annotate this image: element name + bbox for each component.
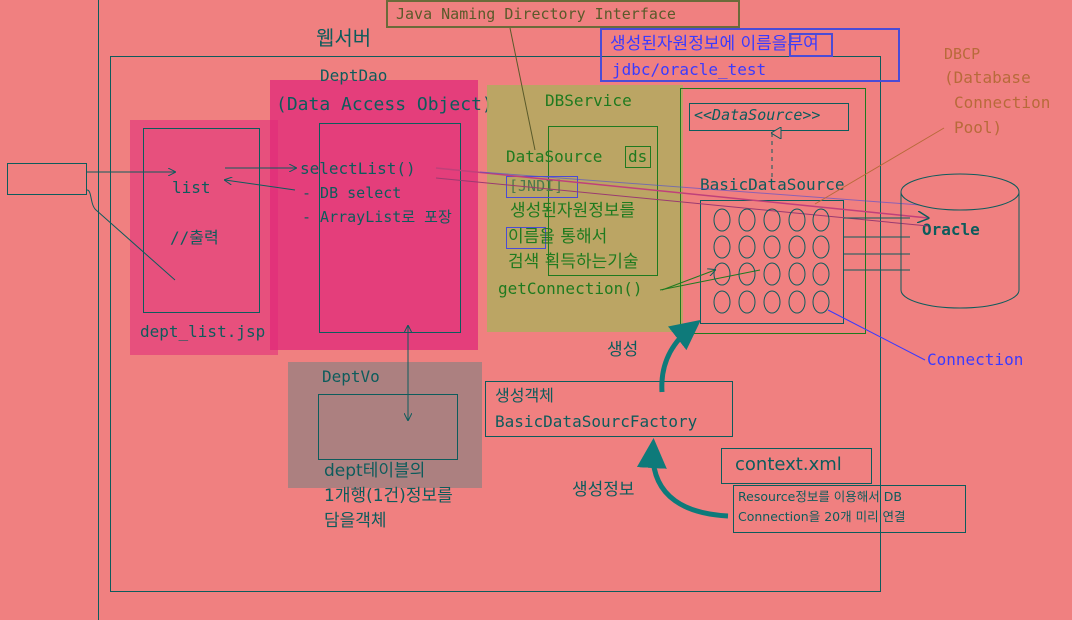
dao-to-oracle-arrow xyxy=(435,167,928,218)
diagram-connectors xyxy=(86,27,1020,519)
dao-to-list-arrow xyxy=(225,180,296,191)
dbcp-pointer-line xyxy=(814,127,945,205)
create-arrow xyxy=(659,319,701,393)
connection-pool-circles xyxy=(713,208,830,314)
oracle-cylinder xyxy=(900,173,1020,309)
getconnection-to-pool-arrow xyxy=(661,270,715,291)
client-response-line xyxy=(86,189,176,281)
create-info-arrow xyxy=(636,438,729,519)
pool-to-oracle-lines xyxy=(844,217,910,271)
getconnection-to-pool-line xyxy=(659,269,761,291)
jndi-title-pointer xyxy=(509,27,536,151)
connection-pointer-line xyxy=(827,309,926,361)
dao-to-oracle-line2 xyxy=(435,177,929,227)
